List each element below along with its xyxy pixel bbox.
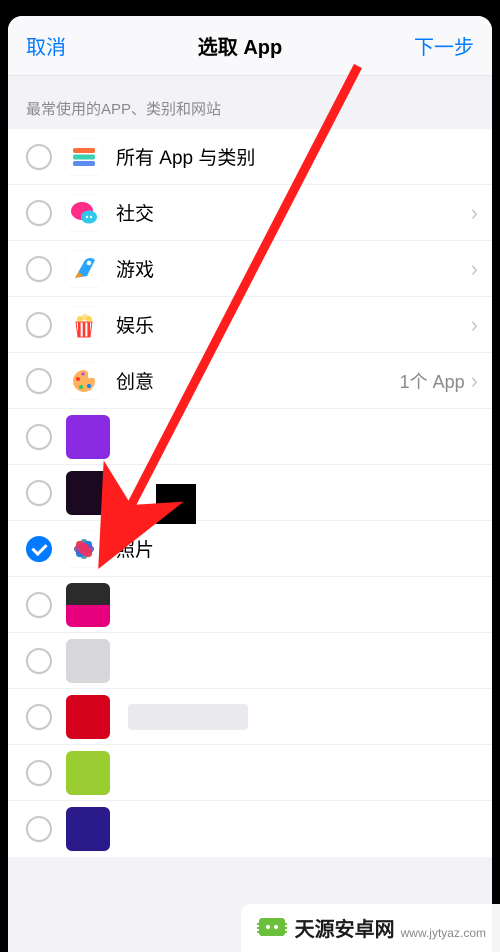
app-tile-censored	[66, 695, 110, 739]
chevron-right-icon: ›	[471, 370, 478, 392]
radio-unchecked[interactable]	[26, 480, 52, 506]
radio-unchecked[interactable]	[26, 760, 52, 786]
row-detail: 1个 App	[400, 368, 465, 394]
modal-header: 取消 选取 App 下一步	[8, 16, 492, 76]
row-label: 照片	[116, 535, 478, 562]
cancel-button[interactable]: 取消	[26, 31, 66, 60]
stack-icon	[66, 139, 102, 175]
watermark-url: www.jytyaz.com	[401, 926, 486, 940]
radio-unchecked[interactable]	[26, 368, 52, 394]
app-tile-censored	[66, 751, 110, 795]
radio-unchecked[interactable]	[26, 256, 52, 282]
chevron-right-icon: ›	[471, 258, 478, 280]
row-label: 所有 App 与类别	[116, 143, 478, 170]
chat-icon	[66, 195, 102, 231]
row-censored[interactable]	[8, 577, 492, 633]
row-censored[interactable]	[8, 801, 492, 857]
row-creative[interactable]: 创意 1个 App ›	[8, 353, 492, 409]
radio-unchecked[interactable]	[26, 312, 52, 338]
radio-unchecked[interactable]	[26, 592, 52, 618]
watermark: 天源安卓网 www.jytyaz.com	[241, 904, 500, 952]
row-entertainment[interactable]: 娱乐 ›	[8, 297, 492, 353]
row-censored[interactable]	[8, 633, 492, 689]
radio-unchecked[interactable]	[26, 816, 52, 842]
row-censored[interactable]	[8, 409, 492, 465]
radio-unchecked[interactable]	[26, 200, 52, 226]
row-all-apps[interactable]: 所有 App 与类别	[8, 129, 492, 185]
row-label: 娱乐	[116, 311, 471, 338]
row-label: 创意	[116, 367, 400, 394]
label-censored	[128, 704, 248, 730]
app-tile-censored	[66, 639, 110, 683]
chevron-right-icon: ›	[471, 314, 478, 336]
watermark-logo-icon	[257, 912, 287, 942]
radio-unchecked[interactable]	[26, 648, 52, 674]
row-label: 游戏	[116, 255, 471, 282]
chevron-right-icon: ›	[471, 202, 478, 224]
row-social[interactable]: 社交 ›	[8, 185, 492, 241]
row-label: 社交	[116, 199, 471, 226]
app-tile-censored	[66, 583, 110, 627]
app-category-list: 所有 App 与类别 社交 › 游戏 › 娱乐 ›	[8, 129, 492, 857]
radio-unchecked[interactable]	[26, 424, 52, 450]
row-censored[interactable]	[8, 745, 492, 801]
censor-block	[156, 484, 196, 524]
radio-checked[interactable]	[26, 536, 52, 562]
watermark-brand: 天源安卓网	[295, 913, 395, 942]
section-header: 最常使用的APP、类别和网站	[8, 76, 492, 129]
row-censored[interactable]	[8, 689, 492, 745]
modal-title: 选取 App	[198, 31, 282, 60]
row-photos[interactable]: 照片	[8, 521, 492, 577]
row-games[interactable]: 游戏 ›	[8, 241, 492, 297]
rocket-icon	[66, 251, 102, 287]
palette-icon	[66, 363, 102, 399]
photos-icon	[66, 531, 102, 567]
app-tile-censored	[66, 471, 110, 515]
row-censored[interactable]	[8, 465, 492, 521]
radio-unchecked[interactable]	[26, 144, 52, 170]
modal-sheet: 取消 选取 App 下一步 最常使用的APP、类别和网站 所有 App 与类别 …	[8, 16, 492, 952]
popcorn-icon	[66, 307, 102, 343]
radio-unchecked[interactable]	[26, 704, 52, 730]
app-tile-censored	[66, 415, 110, 459]
next-button[interactable]: 下一步	[414, 31, 474, 60]
app-tile-censored	[66, 807, 110, 851]
